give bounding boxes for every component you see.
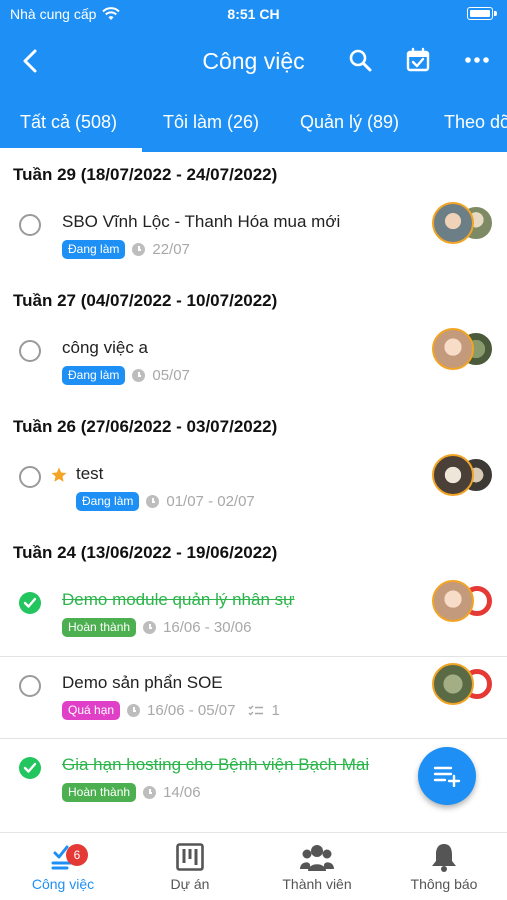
task-checkbox-checked[interactable]: [19, 592, 41, 614]
status-badge: Hoàn thành: [62, 618, 137, 637]
check-icon: [23, 762, 37, 773]
clock-icon: [143, 786, 157, 799]
nav-notifications[interactable]: Thông báo: [381, 841, 507, 892]
avatar: [432, 580, 474, 622]
add-task-button[interactable]: [418, 747, 476, 805]
task-item[interactable]: Demo sản phẩn SOE Quá hạn 16/06 - 05/07 …: [0, 656, 507, 738]
avatar: [432, 202, 474, 244]
task-item[interactable]: test Đang làm 01/07 - 02/07: [0, 448, 507, 530]
status-bar: Nhà cung cấp 8:51 CH: [0, 4, 507, 26]
subtask-count: 1: [271, 702, 280, 719]
task-name: test: [76, 464, 104, 483]
nav-tasks[interactable]: 6 Công việc: [0, 841, 126, 892]
task-date: 16/06 - 30/06: [163, 619, 252, 636]
week-header: Tuần 26 (27/06/2022 - 03/07/2022): [13, 417, 278, 436]
task-checkbox[interactable]: [19, 466, 41, 488]
bottom-nav: 6 Công việc Dự án Thành viên Thông báo: [0, 832, 507, 900]
task-meta: Hoàn thành 16/06 - 30/06: [62, 618, 251, 637]
check-icon: [23, 597, 37, 608]
task-name: Demo sản phẩn SOE: [62, 673, 223, 692]
project-icon: [176, 843, 204, 871]
week-header: Tuần 27 (04/07/2022 - 10/07/2022): [13, 291, 278, 310]
task-meta: Hoàn thành 14/06: [62, 783, 201, 802]
task-item[interactable]: Demo module quản lý nhân sự Hoàn thành 1…: [0, 574, 507, 656]
task-date: 14/06: [163, 784, 201, 801]
battery-icon: [467, 7, 493, 20]
nav-projects[interactable]: Dự án: [127, 841, 253, 892]
task-checkbox[interactable]: [19, 675, 41, 697]
task-meta: Đang làm 22/07: [62, 240, 190, 259]
add-task-icon: [433, 766, 461, 787]
task-meta: Quá hạn 16/06 - 05/07 1: [62, 701, 280, 720]
nav-bar: Công việc: [0, 38, 507, 84]
assignee-avatars[interactable]: [432, 328, 502, 374]
nav-projects-label: Dự án: [170, 876, 210, 892]
task-checkbox[interactable]: [19, 340, 41, 362]
nav-members-label: Thành viên: [282, 876, 352, 892]
filter-tabs: Tất cả (508) Tôi làm (26) Quản lý (89) T…: [0, 100, 507, 152]
status-badge: Đang làm: [76, 492, 140, 511]
task-list[interactable]: Tuần 29 (18/07/2022 - 24/07/2022) SBO Vĩ…: [0, 152, 507, 832]
task-checkbox[interactable]: [19, 214, 41, 236]
task-meta: Đang làm 01/07 - 02/07: [76, 492, 255, 511]
members-icon: [300, 845, 334, 871]
search-icon: [349, 49, 372, 72]
status-badge: Quá hạn: [62, 701, 121, 720]
search-button[interactable]: [346, 46, 374, 74]
status-badge: Đang làm: [62, 366, 126, 385]
avatar: [432, 454, 474, 496]
clock-icon: [132, 243, 146, 256]
notification-badge: 6: [66, 844, 88, 866]
task-date: 16/06 - 05/07: [147, 702, 236, 719]
task-date: 05/07: [152, 367, 190, 384]
week-header: Tuần 29 (18/07/2022 - 24/07/2022): [13, 165, 278, 184]
assignee-avatars[interactable]: [432, 202, 502, 248]
task-item[interactable]: công việc a Đang làm 05/07: [0, 322, 507, 404]
calendar-button[interactable]: [404, 46, 432, 74]
avatar: [432, 328, 474, 370]
clock-time: 8:51 CH: [227, 6, 280, 22]
task-date: 22/07: [152, 241, 190, 258]
nav-members[interactable]: Thành viên: [254, 841, 380, 892]
nav-notifications-label: Thông báo: [410, 876, 478, 892]
clock-icon: [143, 621, 157, 634]
tab-managed[interactable]: Quản lý (89): [300, 112, 399, 133]
task-name: SBO Vĩnh Lộc - Thanh Hóa mua mới: [62, 212, 341, 231]
tab-mine[interactable]: Tôi làm (26): [163, 112, 259, 133]
nav-tasks-label: Công việc: [31, 876, 95, 892]
subtask-icon: [248, 705, 264, 715]
assignee-avatars[interactable]: [432, 580, 502, 626]
task-name: Demo module quản lý nhân sự: [62, 590, 295, 609]
week-header: Tuần 24 (13/06/2022 - 19/06/2022): [13, 543, 278, 562]
star-icon: [51, 467, 67, 482]
assignee-avatars[interactable]: [432, 454, 502, 500]
app-header: Nhà cung cấp 8:51 CH Công việc Tất cả (5…: [0, 0, 507, 152]
more-icon: [465, 57, 489, 63]
more-button[interactable]: [463, 46, 491, 74]
calendar-check-icon: [406, 47, 430, 72]
task-date: 01/07 - 02/07: [166, 493, 255, 510]
clock-icon: [132, 369, 146, 382]
avatar: [432, 663, 474, 705]
task-item[interactable]: SBO Vĩnh Lộc - Thanh Hóa mua mới Đang là…: [0, 196, 507, 278]
clock-icon: [146, 495, 160, 508]
task-name: Gia hạn hosting cho Bệnh viện Bạch Mai: [62, 755, 370, 774]
task-checkbox-checked[interactable]: [19, 757, 41, 779]
task-name: công việc a: [62, 338, 148, 357]
tab-all[interactable]: Tất cả (508): [20, 112, 117, 133]
status-badge: Đang làm: [62, 240, 126, 259]
bell-icon: [432, 844, 456, 872]
tab-following[interactable]: Theo dõ: [444, 112, 507, 133]
clock-icon: [127, 704, 141, 717]
task-meta: Đang làm 05/07: [62, 366, 190, 385]
status-badge: Hoàn thành: [62, 783, 137, 802]
assignee-avatars[interactable]: [432, 663, 502, 709]
